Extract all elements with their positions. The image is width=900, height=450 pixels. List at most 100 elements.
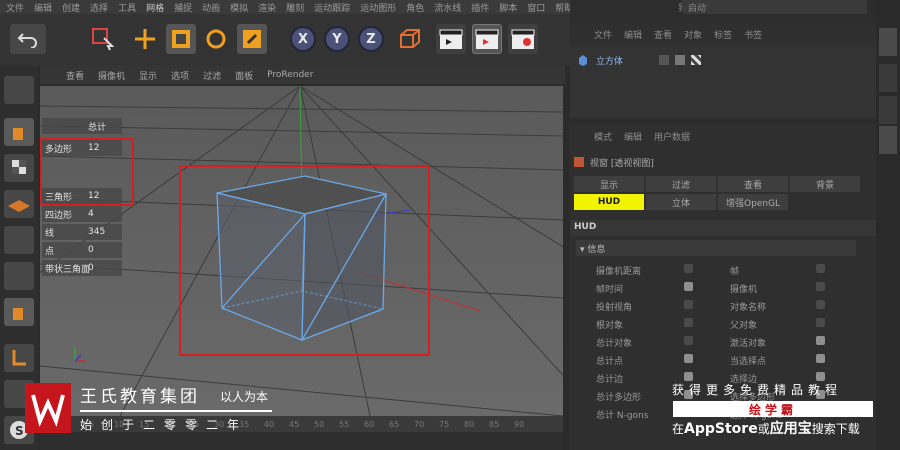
viewport-menu-item[interactable]: 选项 xyxy=(171,69,189,82)
hud-row: 线 345 xyxy=(42,224,122,240)
menu-item[interactable]: 创建 xyxy=(62,1,80,14)
promo-brand: 绘学霸 xyxy=(673,401,873,417)
tab-enhanced-opengl[interactable]: 增强OpenGL xyxy=(718,194,788,210)
render-picture-viewer-button[interactable] xyxy=(472,24,502,54)
tab-background[interactable]: 背景 xyxy=(790,176,860,192)
menu-item[interactable]: 运动图形 xyxy=(360,1,396,14)
main-menubar: 文件 编辑 创建 选择 工具 网格 捕捉 动画 模拟 渲染 雕刻 运动跟踪 运动图形 角色 流水线 插件 脚本窗… xyxy=(0,0,573,14)
promo-download-e: 搜索下载 xyxy=(811,422,860,436)
menu-item[interactable]: 角色 xyxy=(406,1,424,14)
property-checkbox[interactable] xyxy=(816,282,825,291)
attribute-menu-item[interactable]: 编辑 xyxy=(624,130,642,143)
attribute-manager-menubar: 模式 编辑 用户数据 xyxy=(570,124,876,148)
live-selection-button[interactable] xyxy=(88,24,118,54)
hud-label: 点 xyxy=(45,246,55,257)
side-tab-structure[interactable] xyxy=(879,96,897,124)
property-label: 总计多边形 xyxy=(596,393,642,403)
recent-tool-button[interactable] xyxy=(237,24,267,54)
side-tab-attributes[interactable] xyxy=(879,126,897,154)
object-manager-menu-item[interactable]: 查看 xyxy=(654,28,672,41)
property-checkbox[interactable] xyxy=(684,300,693,309)
make-editable-button[interactable] xyxy=(4,76,34,104)
menu-item[interactable]: 雕刻 xyxy=(286,1,304,14)
menu-item[interactable]: 插件 xyxy=(471,1,489,14)
property-checkbox[interactable] xyxy=(816,318,825,327)
move-tool-button[interactable] xyxy=(130,24,160,54)
render-view-button[interactable] xyxy=(436,24,466,54)
scale-tool-button[interactable] xyxy=(166,24,196,54)
tab-display[interactable]: 显示 xyxy=(574,176,644,192)
property-checkbox[interactable] xyxy=(816,372,825,381)
attribute-menu-item[interactable]: 模式 xyxy=(594,130,612,143)
property-checkbox[interactable] xyxy=(684,318,693,327)
attribute-menu-item[interactable]: 用户数据 xyxy=(654,130,690,143)
property-checkbox[interactable] xyxy=(684,282,693,291)
property-checkbox[interactable] xyxy=(684,264,693,273)
model-mode-button[interactable] xyxy=(4,118,34,146)
viewport-menu-item[interactable]: 摄像机 xyxy=(98,69,125,82)
texture-mode-button[interactable] xyxy=(4,154,34,182)
object-manager-menu-item[interactable]: 编辑 xyxy=(624,28,642,41)
object-manager-menu-item[interactable]: 标签 xyxy=(714,28,732,41)
property-checkbox[interactable] xyxy=(816,354,825,363)
viewport-menubar: 查看 摄像机 显示 选项 过滤 面板 ProRender xyxy=(40,66,565,84)
menu-item[interactable]: 动画 xyxy=(202,1,220,14)
info-group-header[interactable]: ▾ 信息 xyxy=(576,240,856,256)
property-checkbox[interactable] xyxy=(816,336,825,345)
tab-filter[interactable]: 过滤 xyxy=(646,176,716,192)
menu-item[interactable]: 运动跟踪 xyxy=(314,1,350,14)
viewport-menu-item[interactable]: 面板 xyxy=(235,69,253,82)
render-settings-button[interactable] xyxy=(508,24,538,54)
side-tab-objects[interactable] xyxy=(879,28,897,56)
layout-select[interactable]: 启动 xyxy=(682,0,867,14)
viewport-menu-item[interactable]: ProRender xyxy=(267,70,313,80)
menu-item[interactable]: 脚本 xyxy=(499,1,517,14)
tab-hud[interactable]: HUD xyxy=(574,194,644,210)
viewport-menu-item[interactable]: 过滤 xyxy=(203,69,221,82)
menu-item[interactable]: 文件 xyxy=(6,1,24,14)
timeline-frame-number: 50 xyxy=(314,419,325,429)
menu-item[interactable]: 渲染 xyxy=(258,1,276,14)
x-axis-button[interactable]: X xyxy=(290,26,316,52)
promo-headline: 获得更多免费精品教程 xyxy=(672,383,843,397)
menu-item[interactable]: 流水线 xyxy=(434,1,461,14)
object-manager-menu-item[interactable]: 对象 xyxy=(684,28,702,41)
polygon-cube-icon xyxy=(13,308,23,320)
property-checkbox[interactable] xyxy=(684,372,693,381)
property-checkbox[interactable] xyxy=(684,354,693,363)
menu-item[interactable]: 网格 xyxy=(146,1,164,14)
texture-tag-icon[interactable] xyxy=(691,55,702,65)
axis-mode-button[interactable] xyxy=(4,344,34,372)
layer-icon[interactable] xyxy=(659,55,670,65)
side-tab-content[interactable] xyxy=(879,64,897,92)
menu-item[interactable]: 模拟 xyxy=(230,1,248,14)
z-axis-button[interactable]: Z xyxy=(358,26,384,52)
viewport-menu-item[interactable]: 显示 xyxy=(139,69,157,82)
points-mode-button[interactable] xyxy=(4,226,34,254)
object-row-cube[interactable]: 立方体 xyxy=(576,52,870,68)
tab-stereo[interactable]: 立体 xyxy=(646,194,716,210)
undo-button[interactable] xyxy=(10,24,46,54)
workplane-button[interactable] xyxy=(4,190,34,218)
tab-view[interactable]: 查看 xyxy=(718,176,788,192)
property-checkbox[interactable] xyxy=(684,336,693,345)
property-checkbox[interactable] xyxy=(816,300,825,309)
visibility-icon[interactable] xyxy=(675,55,686,65)
rotate-tool-button[interactable] xyxy=(201,24,231,54)
menu-item[interactable]: 编辑 xyxy=(34,1,52,14)
axis-l-icon xyxy=(12,350,26,366)
object-manager-menu-item[interactable]: 书签 xyxy=(744,28,762,41)
hud-row: 带状三角面 0 xyxy=(42,260,122,276)
coordinate-system-button[interactable] xyxy=(394,24,424,54)
menu-item[interactable]: 选择 xyxy=(90,1,108,14)
menu-item[interactable]: 窗口 xyxy=(527,1,545,14)
edges-mode-button[interactable] xyxy=(4,262,34,290)
y-axis-button[interactable]: Y xyxy=(324,26,350,52)
object-manager-menu-item[interactable]: 文件 xyxy=(594,28,612,41)
menu-item[interactable]: 工具 xyxy=(118,1,136,14)
property-checkbox[interactable] xyxy=(816,264,825,273)
cube-object-icon xyxy=(579,55,587,66)
viewport-menu-item[interactable]: 查看 xyxy=(66,69,84,82)
menu-item[interactable]: 捕捉 xyxy=(174,1,192,14)
polygons-mode-button[interactable] xyxy=(4,298,34,326)
